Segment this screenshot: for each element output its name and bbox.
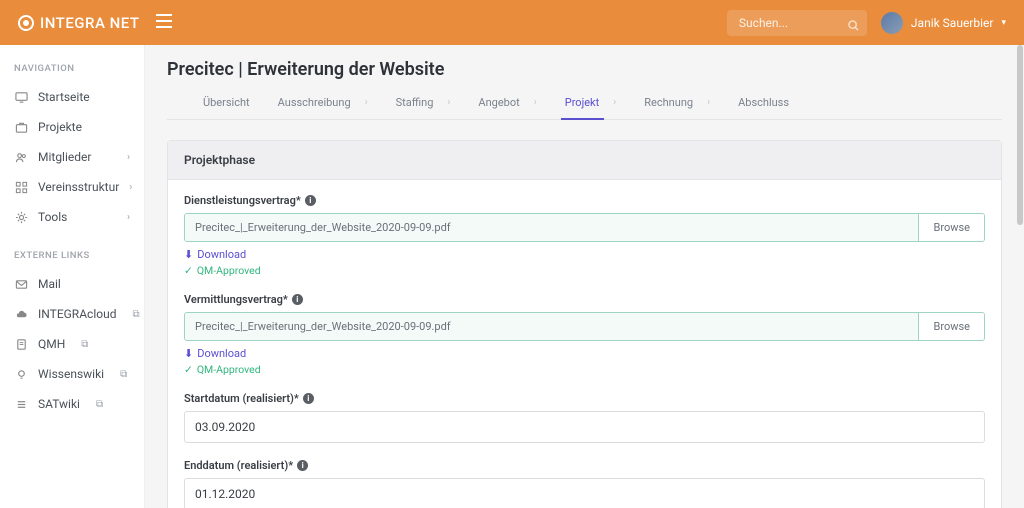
search-input[interactable] xyxy=(727,10,867,36)
download-link[interactable]: ⬇Download xyxy=(184,248,246,261)
qm-approved-badge: ✓QM-Approved xyxy=(184,363,985,376)
external-link-icon: ⧉ xyxy=(132,309,139,320)
chevron-right-icon: › xyxy=(447,97,450,108)
tab-projekt[interactable]: Projekt› xyxy=(553,86,629,119)
workflow-tabs: Übersicht Ausschreibung› Staffing› Angeb… xyxy=(167,86,1002,120)
enddatum-input[interactable] xyxy=(184,478,985,508)
cloud-icon xyxy=(14,307,28,321)
download-icon: ⬇ xyxy=(184,248,193,261)
file-name: Precitec_|_Erweiterung_der_Website_2020-… xyxy=(185,313,918,340)
mail-icon xyxy=(14,277,28,291)
search-icon xyxy=(848,16,859,35)
chevron-right-icon: › xyxy=(707,97,710,108)
sidebar: NAVIGATION Startseite Projekte Mitgliede… xyxy=(0,45,145,508)
info-icon[interactable]: i xyxy=(292,294,303,305)
ext-item-mail[interactable]: Mail xyxy=(0,269,144,299)
chevron-right-icon: › xyxy=(365,97,368,108)
tab-ausschreibung[interactable]: Ausschreibung› xyxy=(266,86,380,119)
brand-text: INTEGRA NET xyxy=(40,14,140,32)
logo-mark-icon xyxy=(18,15,34,31)
main-content: Precitec | Erweiterung der Website Übers… xyxy=(145,45,1024,508)
tab-rechnung[interactable]: Rechnung› xyxy=(632,86,722,119)
startdatum-input[interactable] xyxy=(184,411,985,443)
briefcase-icon xyxy=(14,120,28,134)
grid-icon xyxy=(14,180,28,194)
tab-staffing[interactable]: Staffing› xyxy=(384,86,463,119)
users-icon xyxy=(14,150,28,164)
chevron-right-icon: › xyxy=(127,152,130,163)
browse-button[interactable]: Browse xyxy=(918,313,984,340)
tab-uebersicht[interactable]: Übersicht xyxy=(191,86,262,119)
field-enddatum: Enddatum (realisiert)*i xyxy=(184,459,985,508)
chevron-down-icon: ▾ xyxy=(1001,18,1006,28)
external-link-icon: ⧉ xyxy=(120,369,127,380)
chevron-right-icon: › xyxy=(613,97,616,108)
download-link[interactable]: ⬇Download xyxy=(184,347,246,360)
tab-abschluss[interactable]: Abschluss xyxy=(726,86,801,119)
field-vermittlungsvertrag: Vermittlungsvertrag*i Precitec_|_Erweite… xyxy=(184,293,985,376)
nav-item-tools[interactable]: Tools › xyxy=(0,202,144,232)
nav-item-mitglieder[interactable]: Mitglieder › xyxy=(0,142,144,172)
nav-item-startseite[interactable]: Startseite xyxy=(0,82,144,112)
ext-item-satwiki[interactable]: SATwiki ⧉ xyxy=(0,389,144,419)
browse-button[interactable]: Browse xyxy=(918,214,984,241)
projektphase-card: Projektphase Dienstleistungsvertrag*i Pr… xyxy=(167,140,1002,508)
monitor-icon xyxy=(14,90,28,104)
nav-heading: NAVIGATION xyxy=(0,59,144,82)
info-icon[interactable]: i xyxy=(303,393,314,404)
ext-item-wissenswiki[interactable]: Wissenswiki ⧉ xyxy=(0,359,144,389)
nav-item-projekte[interactable]: Projekte xyxy=(0,112,144,142)
card-heading: Projektphase xyxy=(168,141,1001,180)
avatar xyxy=(881,12,903,34)
info-icon[interactable]: i xyxy=(297,460,308,471)
file-name: Precitec_|_Erweiterung_der_Website_2020-… xyxy=(185,214,918,241)
hamburger-icon[interactable] xyxy=(156,13,172,32)
chevron-right-icon: › xyxy=(127,212,130,223)
external-link-icon: ⧉ xyxy=(81,339,88,350)
scrollbar[interactable] xyxy=(1017,45,1023,225)
info-icon[interactable]: i xyxy=(305,195,316,206)
check-icon: ✓ xyxy=(184,264,193,277)
check-icon: ✓ xyxy=(184,363,193,376)
topbar: INTEGRA NET Janik Sauerbier ▾ xyxy=(0,0,1024,45)
field-dienstleistungsvertrag: Dienstleistungsvertrag*i Precitec_|_Erwe… xyxy=(184,194,985,277)
ext-item-qmh[interactable]: QMH ⧉ xyxy=(0,329,144,359)
user-name: Janik Sauerbier xyxy=(911,16,994,30)
tab-angebot[interactable]: Angebot› xyxy=(466,86,548,119)
book-icon xyxy=(14,337,28,351)
nav-item-vereinsstruktur[interactable]: Vereinsstruktur › xyxy=(0,172,144,202)
download-icon: ⬇ xyxy=(184,347,193,360)
brand-logo[interactable]: INTEGRA NET xyxy=(18,14,140,32)
ext-heading: EXTERNE LINKS xyxy=(0,246,144,269)
chevron-right-icon: › xyxy=(534,97,537,108)
gear-icon xyxy=(14,210,28,224)
bulb-icon xyxy=(14,367,28,381)
field-startdatum: Startdatum (realisiert)*i xyxy=(184,392,985,443)
chevron-right-icon: › xyxy=(129,182,132,193)
qm-approved-badge: ✓QM-Approved xyxy=(184,264,985,277)
search-wrapper xyxy=(727,10,867,36)
page-title: Precitec | Erweiterung der Website xyxy=(167,59,1002,80)
list-icon xyxy=(14,397,28,411)
ext-item-integracloud[interactable]: INTEGRAcloud ⧉ xyxy=(0,299,144,329)
external-link-icon: ⧉ xyxy=(96,399,103,410)
user-menu[interactable]: Janik Sauerbier ▾ xyxy=(881,12,1006,34)
